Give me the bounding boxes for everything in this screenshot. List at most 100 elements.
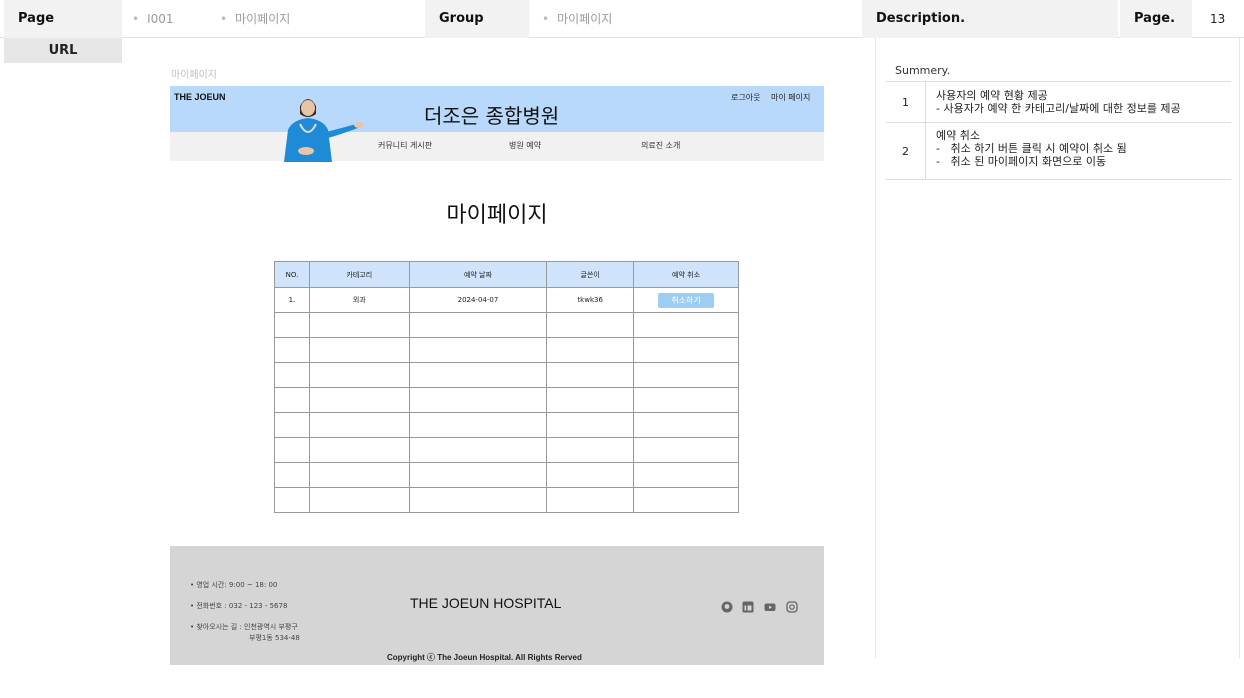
table-row	[274, 387, 739, 413]
instagram-icon[interactable]	[786, 601, 798, 613]
mypage-link[interactable]: 마이 페이지	[771, 92, 810, 103]
cell-category	[308, 487, 410, 513]
table-row	[274, 462, 739, 488]
cell-date	[408, 462, 548, 488]
url-label: URL	[4, 38, 122, 63]
footer-address-2: 부평1동 534-48	[249, 634, 300, 642]
table-row	[274, 362, 739, 388]
cell-no: 1.	[274, 287, 310, 313]
cell-writer	[546, 387, 635, 413]
panel-divider	[875, 38, 876, 658]
cell-action	[633, 487, 739, 513]
col-writer: 글쓴이	[546, 261, 635, 288]
site-nav-bar	[170, 132, 824, 161]
table-row	[274, 412, 739, 438]
page-name: • 마이페이지	[220, 12, 291, 26]
cell-writer	[546, 362, 635, 388]
description-item: 1 사용자의 예약 현황 제공 - 사용자가 예약 한 카테고리/날짜에 대한 …	[886, 81, 1231, 123]
site-logo[interactable]: THE JOEUN	[174, 92, 226, 102]
footer-hours: • 영업 시간: 9:00 ~ 18: 00	[190, 581, 278, 589]
page-number-label: Page.	[1120, 0, 1192, 38]
col-no: NO.	[274, 261, 310, 288]
youtube-icon[interactable]	[764, 601, 776, 613]
cell-no	[274, 312, 310, 338]
cell-writer: tkwk36	[546, 287, 635, 313]
cell-date: 2024-04-07	[408, 287, 548, 313]
cell-category	[308, 312, 410, 338]
description-item-text: 예약 취소 - 취소 하기 버튼 클릭 시 예약이 취소 됨 - 취소 된 마이…	[936, 129, 1127, 168]
cell-category	[308, 437, 410, 463]
cell-date	[408, 362, 548, 388]
description-item: 2 예약 취소 - 취소 하기 버튼 클릭 시 예약이 취소 됨 - 취소 된 …	[886, 122, 1231, 180]
cell-writer	[546, 312, 635, 338]
cell-action	[633, 412, 739, 438]
cell-action: 취소하기	[633, 287, 739, 313]
cell-category: 외과	[308, 287, 410, 313]
github-icon[interactable]	[721, 601, 733, 613]
cell-no	[274, 362, 310, 388]
nav-doctors[interactable]: 의료진 소개	[641, 140, 680, 151]
logout-link[interactable]: 로그아웃	[731, 92, 760, 103]
hospital-name: 더조은 종합병원	[424, 104, 560, 128]
cell-no	[274, 337, 310, 363]
cell-date	[408, 412, 548, 438]
cell-action	[633, 387, 739, 413]
cell-writer	[546, 487, 635, 513]
nav-reservation[interactable]: 병원 예약	[509, 140, 541, 151]
table-row	[274, 337, 739, 363]
table-row	[274, 437, 739, 463]
cell-writer	[546, 412, 635, 438]
cell-writer	[546, 462, 635, 488]
cell-action	[633, 312, 739, 338]
description-label: Description.	[862, 0, 1118, 38]
cell-writer	[546, 437, 635, 463]
footer-hospital-name: THE JOEUN HOSPITAL	[410, 595, 562, 611]
cell-no	[274, 462, 310, 488]
page-label: Page	[4, 0, 122, 38]
cell-no	[274, 387, 310, 413]
table-row: 1. 외과 2024-04-07 tkwk36 취소하기	[274, 287, 739, 313]
cell-no	[274, 412, 310, 438]
linkedin-icon[interactable]	[742, 601, 754, 613]
storyboard-page: Page • I001 • 마이페이지 Group • 마이페이지 Descripti…	[0, 0, 1244, 698]
cell-category	[308, 387, 410, 413]
cell-action	[633, 462, 739, 488]
cell-no	[274, 437, 310, 463]
reservation-table: NO. 카테고리 예약 날짜 글쓴이 예약 취소 1. 외과 2024-04-0…	[274, 261, 739, 513]
summary-label: Summery.	[895, 64, 951, 77]
cell-category	[308, 412, 410, 438]
storyboard-header: Page • I001 • 마이페이지 Group • 마이페이지 Descripti…	[0, 0, 1244, 38]
panel-divider-right	[1239, 38, 1240, 658]
mockup-title: 마이페이지	[171, 70, 217, 81]
description-item-number: 1	[886, 82, 926, 123]
group-name: • 마이페이지	[542, 12, 613, 26]
table-row	[274, 487, 739, 513]
page-heading: 마이페이지	[446, 203, 548, 228]
page-id: • I001	[132, 12, 174, 26]
cell-date	[408, 387, 548, 413]
cell-action	[633, 437, 739, 463]
col-date: 예약 날짜	[408, 261, 548, 288]
cell-category	[308, 337, 410, 363]
cell-no	[274, 487, 310, 513]
doctor-illustration	[284, 99, 364, 162]
group-label: Group	[425, 0, 529, 38]
footer-copyright: Copyright ⓒ The Joeun Hospital. All Righ…	[387, 653, 582, 662]
description-item-text: 사용자의 예약 현황 제공 - 사용자가 예약 한 카테고리/날짜에 대한 정보…	[936, 89, 1181, 115]
cell-category	[308, 362, 410, 388]
cell-date	[408, 437, 548, 463]
table-row	[274, 312, 739, 338]
footer-phone: • 전화번호 : 032 - 123 - 5678	[190, 602, 288, 610]
cell-date	[408, 487, 548, 513]
cell-date	[408, 337, 548, 363]
cell-action	[633, 337, 739, 363]
cell-date	[408, 312, 548, 338]
cell-action	[633, 362, 739, 388]
nav-community[interactable]: 커뮤니티 게시판	[378, 140, 432, 151]
footer-address: • 찾아오시는 길 : 인천광역시 부평구	[190, 623, 298, 631]
col-category: 카테고리	[308, 261, 410, 288]
page-number: 13	[1210, 12, 1226, 26]
cancel-reservation-button[interactable]: 취소하기	[658, 292, 715, 308]
description-item-number: 2	[886, 123, 926, 180]
col-cancel: 예약 취소	[633, 261, 739, 288]
